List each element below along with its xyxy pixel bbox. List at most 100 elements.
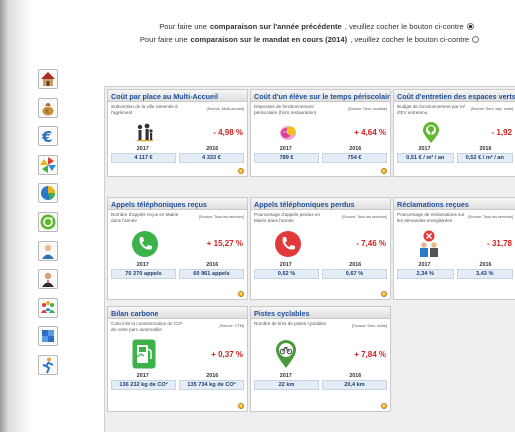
card-mid: + 7,84 %: [251, 339, 390, 371]
card-espaces-verts: Coût d'entretien des espaces verts Budge…: [393, 89, 515, 177]
card-title: Coût d'un élève sur le temps périscolair…: [251, 90, 390, 102]
person-tie-icon[interactable]: [38, 269, 58, 290]
radio-mandate[interactable]: [472, 36, 480, 43]
card-mid: - 7,46 %: [251, 230, 390, 260]
card-year-previous: 2016: [206, 146, 219, 152]
card-subtitle: Pourcentage de réclamations sur les dema…: [394, 210, 515, 230]
card-years: 2017 2016: [251, 373, 390, 379]
card-change: - 7,46 %: [356, 239, 386, 248]
card-change: - 4,98 %: [213, 128, 243, 137]
card-years: 2017 2016: [394, 146, 515, 152]
pinwheel-icon[interactable]: [38, 154, 58, 175]
card-change: + 15,27 %: [206, 239, 243, 248]
money-bag-icon[interactable]: €: [38, 97, 58, 118]
card-mid: - 1,92: [394, 122, 515, 144]
option-mandate-post: , veuillez cocher le bouton ci-contre: [350, 35, 470, 44]
card-mid: + 4,64 %: [251, 122, 390, 144]
card-desc: Nombre d'appels reçus en Mairie dans l'a…: [111, 212, 179, 223]
card-years: 2017 2016: [251, 146, 390, 152]
card-years: 2017 2016: [108, 146, 247, 152]
house-icon[interactable]: [38, 69, 58, 89]
card-source: [Source: CTM]: [219, 324, 244, 328]
card-subtitle: Nombre de kms de pistes cyclables [Sourc…: [251, 319, 390, 339]
card-year-previous: 2016: [206, 262, 219, 268]
card-year-current: 2017: [136, 373, 149, 379]
radio-previous-year[interactable]: [466, 23, 474, 30]
card-subtitle: Budget de fonctionnement par m² d'EV ent…: [394, 102, 515, 122]
card-year-previous: 2016: [349, 373, 362, 379]
people-icon[interactable]: [38, 297, 58, 318]
card-desc: Budget de fonctionnement par m² d'EV ent…: [397, 104, 466, 115]
card-source: [Source: Serv. scolaire]: [348, 107, 387, 111]
option-previous-year: Pour faire une comparaison sur l'année p…: [90, 20, 515, 33]
card-pistes-cyclables: Pistes cyclables Nombre de kms de pistes…: [250, 306, 391, 412]
card-year-current: 2017: [136, 146, 149, 152]
card-source: [Source: Multi-accueil]: [206, 107, 244, 111]
card-mid: + 0,37 %: [108, 339, 247, 371]
puzzle-icon[interactable]: [38, 326, 58, 347]
card-multi-accueil: Coût par place au Multi-Accueil Subventi…: [107, 89, 248, 177]
info-icon[interactable]: [238, 168, 244, 174]
phone-red-icon: [275, 231, 301, 257]
card-change: + 7,84 %: [354, 350, 386, 359]
card-change: - 31,78: [487, 239, 512, 248]
card-desc: Subvention de la ville ramenée à l'agrém…: [111, 104, 178, 115]
card-source: [Source: Tous les services]: [467, 215, 513, 219]
card-mid: - 4,98 %: [108, 122, 247, 144]
card-year-current: 2017: [418, 262, 431, 268]
card-appels-recus: Appels téléphoniques reçus Nombre d'appe…: [107, 197, 248, 300]
sidebar: € €: [38, 69, 60, 384]
card-mid: - 31,78: [394, 230, 515, 260]
card-source: [Source: Serv. voirie]: [352, 324, 387, 328]
card-change: + 0,37 %: [211, 350, 243, 359]
card-periscolaire: Coût d'un élève sur le temps périscolair…: [250, 89, 391, 177]
family-icon: [137, 123, 153, 142]
option-previous-year-post: , veuillez cocher le bouton ci-contre: [344, 22, 464, 31]
card-source: [Source: Tous les services]: [341, 215, 387, 219]
info-icon[interactable]: [381, 291, 387, 297]
card-desc: Pourcentage de réclamations sur les dema…: [397, 212, 465, 223]
pie-chart-icon[interactable]: [38, 183, 58, 204]
card-mid: + 15,27 %: [108, 230, 247, 260]
card-year-current: 2017: [418, 146, 431, 152]
card-year-current: 2017: [279, 373, 292, 379]
card-value-current: 70 270 appels: [111, 269, 176, 279]
card-value-current: 0,51 € / m² / an: [397, 153, 454, 163]
card-values: 136 232 kg de CO² 135 734 kg de CO²: [108, 379, 247, 390]
card-values: 0,62 % 0,67 %: [251, 268, 390, 279]
card-subtitle: Subvention de la ville ramenée à l'agrém…: [108, 102, 247, 122]
option-mandate: Pour faire une comparaison sur le mandat…: [90, 33, 515, 46]
option-previous-year-pre: Pour faire une: [159, 22, 207, 31]
card-reclamations: Réclamations reçues Pourcentage de récla…: [393, 197, 515, 300]
card-value-current: 22 km: [254, 380, 319, 390]
theater-mask-icon: [280, 126, 296, 140]
info-icon[interactable]: [238, 403, 244, 409]
person-icon[interactable]: [38, 240, 58, 261]
card-value-current: 4 117 €: [111, 153, 176, 163]
card-year-previous: 2016: [206, 373, 219, 379]
info-icon[interactable]: [381, 168, 387, 174]
info-icon[interactable]: [238, 291, 244, 297]
card-title: Coût par place au Multi-Accueil: [108, 90, 247, 102]
svg-text:€: €: [46, 109, 49, 115]
option-mandate-bold: comparaison sur le mandat en cours (2014…: [190, 35, 348, 44]
card-value-current: 789 €: [254, 153, 319, 163]
card-value-previous: 60 961 appels: [179, 269, 244, 279]
card-value-current: 2,34 %: [397, 269, 454, 279]
card-values: 2,34 % 3,43 %: [394, 268, 515, 279]
info-icon[interactable]: [381, 403, 387, 409]
card-subtitle: Calcul de la consommation de CO² de notr…: [108, 319, 247, 339]
euro-icon[interactable]: €: [38, 126, 58, 147]
runner-icon[interactable]: [38, 354, 58, 375]
indicators-panel: Coût par place au Multi-Accueil Subventi…: [104, 86, 515, 432]
recycle-icon[interactable]: [38, 211, 58, 232]
card-year-current: 2017: [136, 262, 149, 268]
card-value-previous: 20,4 km: [322, 380, 387, 390]
left-edge-shadow: [0, 0, 34, 432]
card-years: 2017 2016: [394, 262, 515, 268]
card-year-current: 2017: [279, 146, 292, 152]
card-year-previous: 2016: [349, 262, 362, 268]
card-values: 70 270 appels 60 961 appels: [108, 268, 247, 279]
card-values: 4 117 € 4 333 €: [108, 152, 247, 163]
comparison-options: Pour faire une comparaison sur l'année p…: [90, 20, 515, 46]
